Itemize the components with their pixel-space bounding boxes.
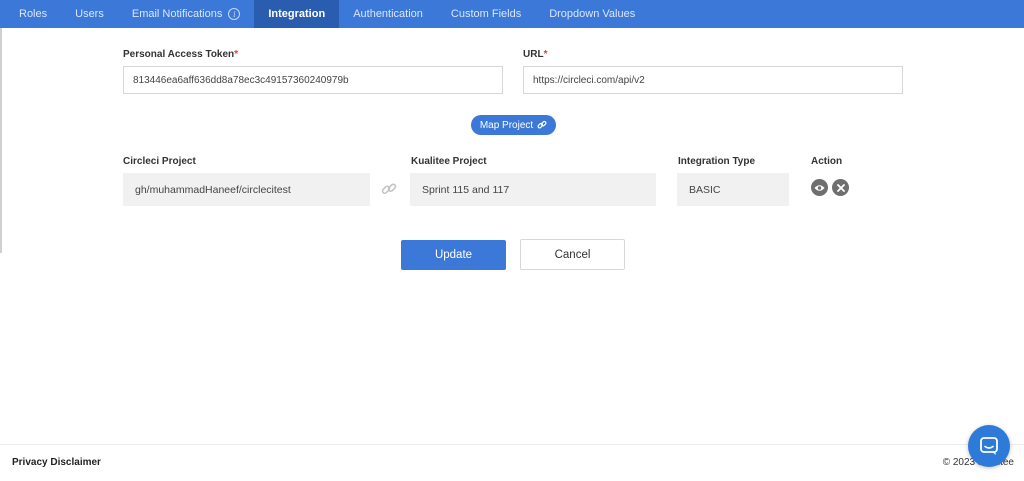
- circleci-project-cell: gh/muhammadHaneef/circlecitest: [123, 173, 370, 206]
- page-left-border: [0, 28, 2, 253]
- settings-tab-bar: Roles Users Email Notifications i Integr…: [0, 0, 1024, 28]
- kualitee-project-cell: Sprint 115 and 117: [410, 173, 656, 206]
- tab-authentication[interactable]: Authentication: [339, 0, 437, 28]
- tab-label: Dropdown Values: [549, 8, 636, 20]
- map-project-button[interactable]: Map Project: [471, 115, 556, 135]
- tab-label: Custom Fields: [450, 8, 522, 20]
- token-value: 813446ea6aff636dd8a78ec3c49157360240979b: [133, 74, 349, 86]
- header-integration-type: Integration Type: [678, 156, 756, 167]
- url-label-text: URL: [523, 49, 544, 60]
- tab-label: Email Notifications: [131, 8, 223, 20]
- url-value: https://circleci.com/api/v2: [533, 74, 645, 86]
- chat-icon: [980, 437, 998, 455]
- tab-email-notifications[interactable]: Email Notifications i: [118, 0, 254, 28]
- tab-label: Users: [75, 8, 104, 20]
- remove-button[interactable]: [832, 179, 849, 196]
- header-circleci-project: Circleci Project: [123, 156, 196, 167]
- update-label: Update: [434, 249, 473, 261]
- tab-roles[interactable]: Roles: [0, 0, 61, 28]
- url-input[interactable]: https://circleci.com/api/v2: [523, 66, 903, 94]
- token-input[interactable]: 813446ea6aff636dd8a78ec3c49157360240979b: [123, 66, 503, 94]
- info-icon: i: [228, 8, 241, 20]
- header-kualitee-project: Kualitee Project: [411, 156, 487, 167]
- required-mark: *: [543, 49, 548, 60]
- close-icon: [836, 183, 845, 192]
- update-button[interactable]: Update: [401, 240, 506, 270]
- cancel-label: Cancel: [554, 248, 591, 261]
- url-label: URL*: [523, 49, 547, 60]
- footer-divider: [0, 444, 1024, 445]
- privacy-disclaimer-link[interactable]: Privacy Disclaimer: [12, 457, 101, 468]
- integration-type-value: BASIC: [689, 183, 721, 196]
- tab-label: Integration: [268, 8, 326, 20]
- link-icon: [381, 183, 397, 195]
- circleci-project-value: gh/muhammadHaneef/circlecitest: [135, 183, 291, 196]
- tab-label: Authentication: [353, 8, 423, 20]
- tab-integration[interactable]: Integration: [254, 0, 340, 28]
- map-project-label: Map Project: [479, 119, 534, 131]
- required-mark: *: [234, 49, 239, 60]
- integration-type-cell: BASIC: [677, 173, 789, 206]
- chat-widget-button[interactable]: [968, 425, 1010, 467]
- view-button[interactable]: [811, 179, 828, 196]
- header-action: Action: [811, 156, 843, 167]
- link-icon: [537, 120, 547, 129]
- eye-icon: [814, 184, 825, 191]
- token-label: Personal Access Token*: [123, 49, 238, 60]
- tab-label: Roles: [19, 8, 48, 20]
- tab-custom-fields[interactable]: Custom Fields: [437, 0, 535, 28]
- tab-dropdown-values[interactable]: Dropdown Values: [535, 0, 649, 28]
- tab-users[interactable]: Users: [61, 0, 118, 28]
- token-label-text: Personal Access Token: [123, 49, 235, 60]
- cancel-button[interactable]: Cancel: [520, 239, 625, 270]
- kualitee-project-value: Sprint 115 and 117: [422, 183, 510, 196]
